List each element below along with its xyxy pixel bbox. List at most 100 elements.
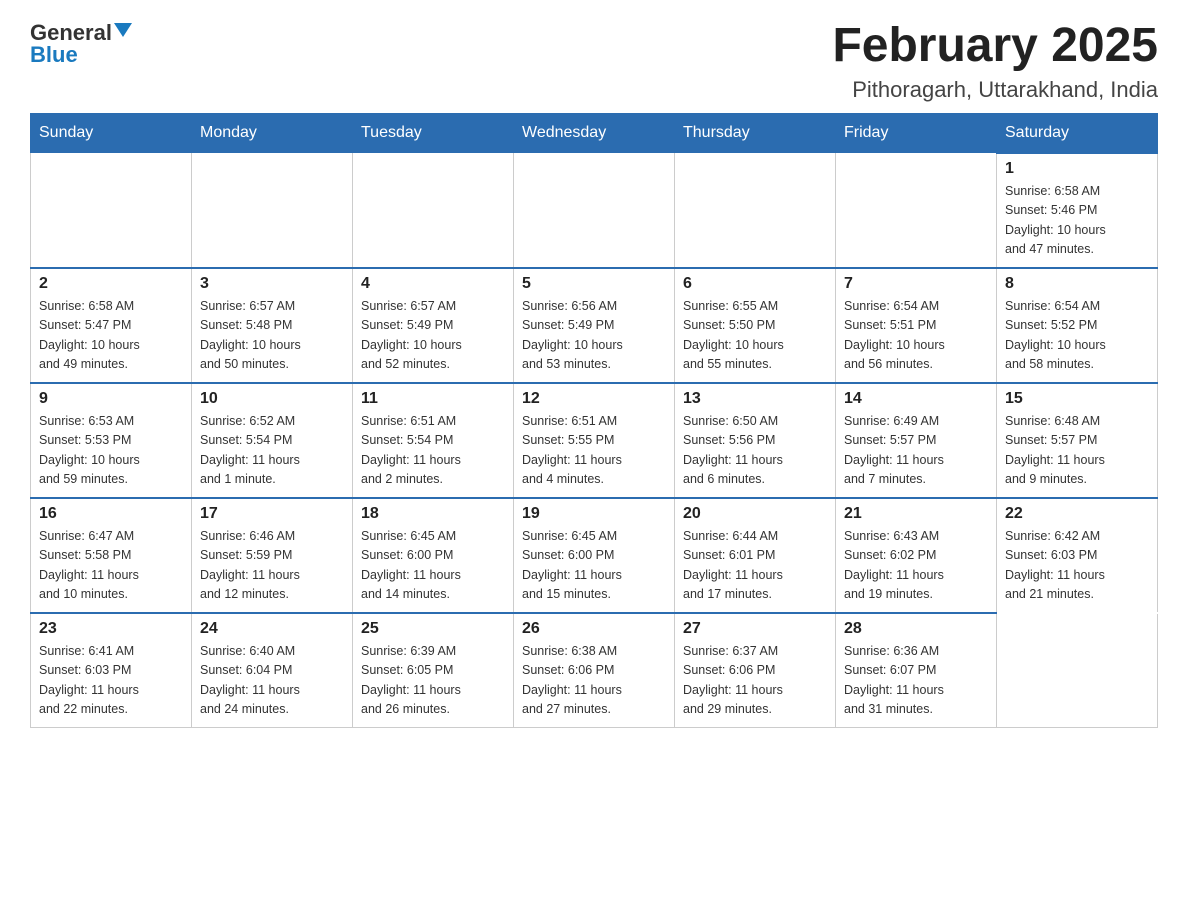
day-number: 20	[683, 505, 827, 523]
day-number: 1	[1005, 160, 1149, 178]
day-info: Sunrise: 6:44 AMSunset: 6:01 PMDaylight:…	[683, 527, 827, 605]
day-info: Sunrise: 6:49 AMSunset: 5:57 PMDaylight:…	[844, 412, 988, 490]
logo: General Blue	[30, 20, 132, 68]
day-number: 22	[1005, 505, 1149, 523]
calendar-cell: 24 Sunrise: 6:40 AMSunset: 6:04 PMDayligh…	[192, 613, 353, 728]
calendar-cell: 13 Sunrise: 6:50 AMSunset: 5:56 PMDayligh…	[675, 383, 836, 498]
calendar-week-2: 2 Sunrise: 6:58 AMSunset: 5:47 PMDaylight…	[31, 268, 1158, 383]
day-info: Sunrise: 6:45 AMSunset: 6:00 PMDaylight:…	[361, 527, 505, 605]
day-number: 13	[683, 390, 827, 408]
day-number: 19	[522, 505, 666, 523]
day-info: Sunrise: 6:56 AMSunset: 5:49 PMDaylight:…	[522, 297, 666, 375]
logo-text-blue: Blue	[30, 42, 78, 68]
calendar-week-1: 1 Sunrise: 6:58 AMSunset: 5:46 PMDaylight…	[31, 153, 1158, 268]
day-info: Sunrise: 6:36 AMSunset: 6:07 PMDaylight:…	[844, 642, 988, 720]
day-info: Sunrise: 6:54 AMSunset: 5:52 PMDaylight:…	[1005, 297, 1149, 375]
header-cell-friday: Friday	[836, 113, 997, 153]
day-info: Sunrise: 6:55 AMSunset: 5:50 PMDaylight:…	[683, 297, 827, 375]
calendar-cell	[836, 153, 997, 268]
day-number: 27	[683, 620, 827, 638]
day-number: 24	[200, 620, 344, 638]
day-info: Sunrise: 6:51 AMSunset: 5:54 PMDaylight:…	[361, 412, 505, 490]
calendar-cell: 10 Sunrise: 6:52 AMSunset: 5:54 PMDayligh…	[192, 383, 353, 498]
title-block: February 2025 Pithoragarh, Uttarakhand, …	[832, 20, 1158, 103]
day-number: 8	[1005, 275, 1149, 293]
day-number: 14	[844, 390, 988, 408]
header-cell-sunday: Sunday	[31, 113, 192, 153]
calendar-table: SundayMondayTuesdayWednesdayThursdayFrid…	[30, 113, 1158, 729]
day-number: 28	[844, 620, 988, 638]
calendar-subtitle: Pithoragarh, Uttarakhand, India	[832, 77, 1158, 103]
day-number: 17	[200, 505, 344, 523]
day-info: Sunrise: 6:43 AMSunset: 6:02 PMDaylight:…	[844, 527, 988, 605]
calendar-cell: 23Sunrise: 6:41 AMSunset: 6:03 PMDayligh…	[31, 613, 192, 728]
day-number: 11	[361, 390, 505, 408]
day-info: Sunrise: 6:42 AMSunset: 6:03 PMDaylight:…	[1005, 527, 1149, 605]
day-number: 16	[39, 505, 183, 523]
calendar-cell: 14 Sunrise: 6:49 AMSunset: 5:57 PMDayligh…	[836, 383, 997, 498]
calendar-title: February 2025	[832, 20, 1158, 73]
header-cell-saturday: Saturday	[997, 113, 1158, 153]
calendar-cell: 6Sunrise: 6:55 AMSunset: 5:50 PMDaylight…	[675, 268, 836, 383]
day-info: Sunrise: 6:46 AMSunset: 5:59 PMDaylight:…	[200, 527, 344, 605]
calendar-cell: 3 Sunrise: 6:57 AMSunset: 5:48 PMDaylight…	[192, 268, 353, 383]
calendar-cell: 2 Sunrise: 6:58 AMSunset: 5:47 PMDaylight…	[31, 268, 192, 383]
day-info: Sunrise: 6:38 AMSunset: 6:06 PMDaylight:…	[522, 642, 666, 720]
calendar-cell	[514, 153, 675, 268]
day-number: 25	[361, 620, 505, 638]
day-info: Sunrise: 6:37 AMSunset: 6:06 PMDaylight:…	[683, 642, 827, 720]
day-number: 5	[522, 275, 666, 293]
day-info: Sunrise: 6:40 AMSunset: 6:04 PMDaylight:…	[200, 642, 344, 720]
calendar-header: SundayMondayTuesdayWednesdayThursdayFrid…	[31, 113, 1158, 153]
day-info: Sunrise: 6:39 AMSunset: 6:05 PMDaylight:…	[361, 642, 505, 720]
day-info: Sunrise: 6:58 AMSunset: 5:46 PMDaylight:…	[1005, 182, 1149, 260]
calendar-cell: 19 Sunrise: 6:45 AMSunset: 6:00 PMDayligh…	[514, 498, 675, 613]
calendar-cell: 26 Sunrise: 6:38 AMSunset: 6:06 PMDayligh…	[514, 613, 675, 728]
logo-triangle-icon	[114, 23, 132, 37]
day-number: 21	[844, 505, 988, 523]
day-number: 7	[844, 275, 988, 293]
day-number: 12	[522, 390, 666, 408]
calendar-cell	[353, 153, 514, 268]
day-info: Sunrise: 6:41 AMSunset: 6:03 PMDaylight:…	[39, 642, 183, 720]
day-number: 26	[522, 620, 666, 638]
day-info: Sunrise: 6:50 AMSunset: 5:56 PMDaylight:…	[683, 412, 827, 490]
day-info: Sunrise: 6:48 AMSunset: 5:57 PMDaylight:…	[1005, 412, 1149, 490]
day-info: Sunrise: 6:54 AMSunset: 5:51 PMDaylight:…	[844, 297, 988, 375]
day-number: 10	[200, 390, 344, 408]
calendar-cell: 20 Sunrise: 6:44 AMSunset: 6:01 PMDayligh…	[675, 498, 836, 613]
header-cell-monday: Monday	[192, 113, 353, 153]
day-number: 2	[39, 275, 183, 293]
day-info: Sunrise: 6:57 AMSunset: 5:48 PMDaylight:…	[200, 297, 344, 375]
calendar-week-5: 23Sunrise: 6:41 AMSunset: 6:03 PMDayligh…	[31, 613, 1158, 728]
day-info: Sunrise: 6:57 AMSunset: 5:49 PMDaylight:…	[361, 297, 505, 375]
calendar-cell: 25 Sunrise: 6:39 AMSunset: 6:05 PMDayligh…	[353, 613, 514, 728]
day-info: Sunrise: 6:45 AMSunset: 6:00 PMDaylight:…	[522, 527, 666, 605]
day-info: Sunrise: 6:58 AMSunset: 5:47 PMDaylight:…	[39, 297, 183, 375]
day-number: 15	[1005, 390, 1149, 408]
calendar-cell: 28 Sunrise: 6:36 AMSunset: 6:07 PMDayligh…	[836, 613, 997, 728]
day-info: Sunrise: 6:53 AMSunset: 5:53 PMDaylight:…	[39, 412, 183, 490]
calendar-cell: 17 Sunrise: 6:46 AMSunset: 5:59 PMDayligh…	[192, 498, 353, 613]
calendar-cell: 18Sunrise: 6:45 AMSunset: 6:00 PMDayligh…	[353, 498, 514, 613]
calendar-cell: 12Sunrise: 6:51 AMSunset: 5:55 PMDayligh…	[514, 383, 675, 498]
calendar-cell: 4Sunrise: 6:57 AMSunset: 5:49 PMDaylight…	[353, 268, 514, 383]
calendar-cell: 5 Sunrise: 6:56 AMSunset: 5:49 PMDaylight…	[514, 268, 675, 383]
calendar-cell: 15 Sunrise: 6:48 AMSunset: 5:57 PMDayligh…	[997, 383, 1158, 498]
calendar-cell	[31, 153, 192, 268]
calendar-cell: 8 Sunrise: 6:54 AMSunset: 5:52 PMDaylight…	[997, 268, 1158, 383]
day-info: Sunrise: 6:52 AMSunset: 5:54 PMDaylight:…	[200, 412, 344, 490]
calendar-cell: 9Sunrise: 6:53 AMSunset: 5:53 PMDaylight…	[31, 383, 192, 498]
calendar-cell: 27 Sunrise: 6:37 AMSunset: 6:06 PMDayligh…	[675, 613, 836, 728]
calendar-cell	[192, 153, 353, 268]
calendar-cell: 7 Sunrise: 6:54 AMSunset: 5:51 PMDaylight…	[836, 268, 997, 383]
calendar-week-4: 16 Sunrise: 6:47 AMSunset: 5:58 PMDayligh…	[31, 498, 1158, 613]
calendar-cell: 11 Sunrise: 6:51 AMSunset: 5:54 PMDayligh…	[353, 383, 514, 498]
calendar-cell	[675, 153, 836, 268]
calendar-cell	[997, 613, 1158, 728]
day-info: Sunrise: 6:47 AMSunset: 5:58 PMDaylight:…	[39, 527, 183, 605]
header-cell-wednesday: Wednesday	[514, 113, 675, 153]
page-header: General Blue February 2025 Pithoragarh, …	[30, 20, 1158, 103]
header-cell-thursday: Thursday	[675, 113, 836, 153]
day-number: 3	[200, 275, 344, 293]
